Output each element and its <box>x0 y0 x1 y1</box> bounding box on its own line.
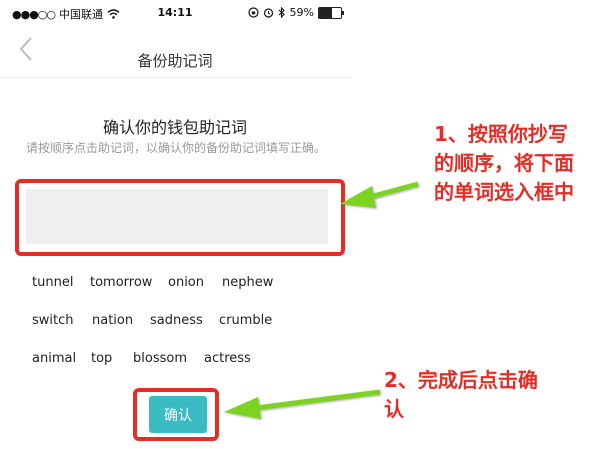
word-chip[interactable]: onion <box>168 275 204 290</box>
lock-rotation-icon <box>247 7 259 18</box>
word-chip[interactable]: switch <box>32 313 74 328</box>
word-chip[interactable]: animal <box>32 351 76 366</box>
word-chip[interactable]: blossom <box>133 351 187 366</box>
status-right: 59% <box>247 6 344 19</box>
nav-bar: 备份助记词 <box>0 22 350 78</box>
word-chip[interactable]: tunnel <box>32 275 73 290</box>
word-chip[interactable]: sadness <box>150 313 203 328</box>
annotation-step-1: 1、按照你抄写的顺序，将下面的单词选入框中 <box>434 122 574 204</box>
word-chip[interactable]: top <box>91 351 112 366</box>
word-chip[interactable]: nation <box>92 313 133 328</box>
battery-fill <box>319 7 332 18</box>
word-chip[interactable]: nephew <box>222 275 273 290</box>
arrow-to-input-box <box>340 181 419 208</box>
word-chip[interactable]: tomorrow <box>90 275 152 290</box>
annotation-box-input <box>15 179 345 256</box>
word-chip[interactable]: actress <box>204 351 251 366</box>
word-chip[interactable]: crumble <box>219 313 272 328</box>
status-bar: ●●●○○ 中国联通 14:11 59% <box>0 0 350 22</box>
page-title: 备份助记词 <box>137 52 213 70</box>
battery-icon <box>318 6 344 19</box>
annotation-box-confirm <box>133 388 219 441</box>
bluetooth-icon <box>278 7 285 18</box>
battery-percent: 59% <box>289 6 314 19</box>
instruction-hint: 请按顺序点击助记词，以确认你的备份助记词填写正确。 <box>26 141 327 155</box>
annotation-step-2: 2、完成后点击确认 <box>384 368 538 421</box>
alarm-icon <box>263 8 273 18</box>
confirm-heading: 确认你的钱包助记词 <box>102 118 247 137</box>
